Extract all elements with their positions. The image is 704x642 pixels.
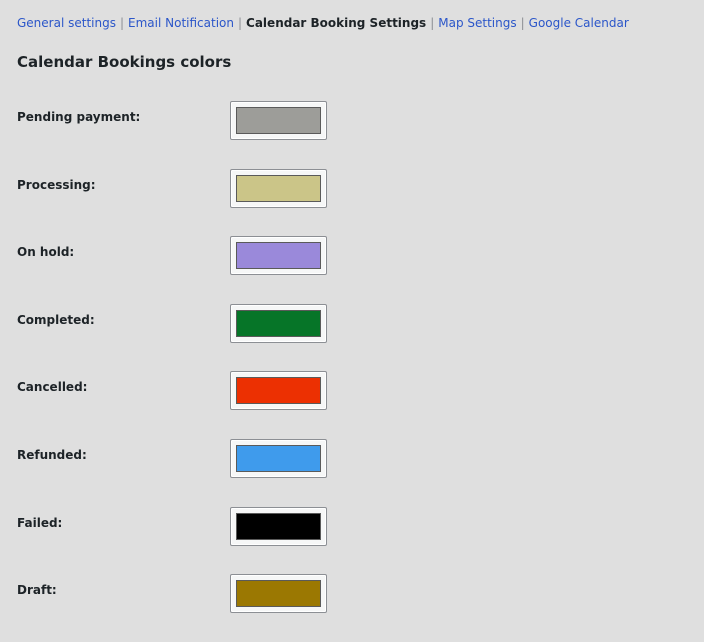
draft-color-swatch: [236, 580, 321, 608]
settings-subnav: General settings | Email Notification | Cale…: [17, 14, 629, 32]
subnav-email-notification[interactable]: Email Notification: [128, 16, 234, 30]
settings-page: General settings | Email Notification | Cale…: [0, 0, 704, 631]
on-hold-label: On hold:: [17, 245, 75, 260]
failed-color-picker[interactable]: [230, 506, 327, 546]
failed-row: Failed:: [17, 506, 677, 575]
booking-colors-table: Pending payment: Processing: On hold: Co…: [17, 101, 677, 642]
refunded-color-picker[interactable]: [230, 438, 327, 478]
pending-payment-color-picker[interactable]: [230, 101, 327, 140]
draft-row: Draft:: [17, 574, 677, 642]
processing-color-picker[interactable]: [230, 168, 327, 208]
refunded-label: Refunded:: [17, 447, 87, 462]
completed-label: Completed:: [17, 312, 95, 327]
subnav-separator: |: [119, 16, 125, 30]
refunded-row: Refunded:: [17, 438, 677, 507]
processing-row: Processing:: [17, 168, 677, 237]
subnav-general-settings[interactable]: General settings: [17, 16, 116, 30]
pending-payment-color-swatch: [236, 107, 321, 134]
on-hold-color-picker[interactable]: [230, 236, 327, 276]
completed-row: Completed:: [17, 303, 677, 372]
failed-label: Failed:: [17, 515, 63, 530]
on-hold-row: On hold:: [17, 236, 677, 304]
completed-color-picker[interactable]: [230, 303, 327, 343]
subnav-separator: |: [430, 16, 435, 30]
processing-color-swatch: [236, 174, 321, 202]
cancelled-color-picker[interactable]: [230, 371, 327, 411]
draft-color-picker[interactable]: [230, 574, 327, 614]
on-hold-color-swatch: [236, 242, 321, 270]
subnav-calendar-booking-settings: Calendar Booking Settings: [246, 16, 427, 30]
pending-payment-row: Pending payment:: [17, 101, 677, 169]
subnav-separator: |: [237, 16, 243, 30]
section-title: Calendar Bookings colors: [17, 53, 232, 71]
subnav-map-settings[interactable]: Map Settings: [438, 16, 516, 30]
pending-payment-label: Pending payment:: [17, 110, 141, 124]
subnav-google-calendar[interactable]: Google Calendar: [529, 16, 629, 30]
cancelled-row: Cancelled:: [17, 371, 677, 439]
processing-label: Processing:: [17, 177, 96, 192]
cancelled-color-swatch: [236, 377, 321, 405]
subnav-separator: |: [520, 16, 525, 30]
failed-color-swatch: [236, 512, 321, 540]
completed-color-swatch: [236, 309, 321, 337]
cancelled-label: Cancelled:: [17, 380, 88, 395]
refunded-color-swatch: [236, 444, 321, 472]
draft-label: Draft:: [17, 583, 57, 598]
